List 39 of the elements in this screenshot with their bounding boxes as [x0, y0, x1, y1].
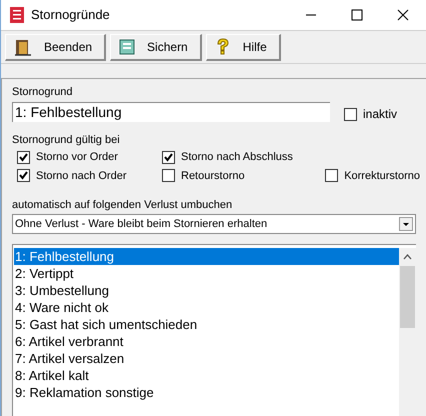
checkbox-label: Korrekturstorno [344, 168, 420, 184]
checkbox[interactable] [17, 169, 30, 182]
section-label: Stornogrund gültig bei [12, 133, 121, 147]
checkbox-label: Retourstorno [181, 168, 245, 184]
list-item[interactable]: 3: Umbestellung [14, 282, 399, 299]
scroll-up-icon[interactable] [403, 254, 412, 260]
question-mark-icon [214, 38, 231, 56]
close-icon[interactable] [397, 9, 409, 21]
checkbox-label: Storno nach Order [36, 168, 126, 184]
list-item[interactable]: 4: Ware nicht ok [14, 299, 399, 316]
checkbox[interactable] [17, 150, 30, 164]
checkbox-label: Storno nach Abschluss [181, 150, 293, 165]
list-item[interactable]: 8: Artikel kalt [14, 367, 399, 384]
list-item[interactable]: 7: Artikel versalzen [14, 350, 399, 367]
checkbox[interactable] [162, 150, 175, 164]
list-item[interactable]: 1: Fehlbestellung [14, 248, 399, 265]
checkbox-label: Storno vor Order [36, 150, 118, 165]
toolbar-button[interactable]: Beenden [5, 34, 106, 60]
scrollbar[interactable] [399, 248, 416, 416]
list-item[interactable]: 2: Vertippt [14, 265, 399, 282]
document-icon [119, 38, 136, 54]
loss-dropdown[interactable]: Ohne Verlust - Ware bleibt beim Stornieren erhalten [12, 214, 416, 234]
maximize-icon[interactable] [351, 9, 363, 21]
checkbox-label: inaktiv [363, 106, 398, 123]
checkbox[interactable] [344, 108, 357, 120]
reason-field[interactable]: 1: Fehlbestellung [12, 102, 330, 122]
door-icon [14, 38, 32, 56]
checkbox[interactable] [325, 169, 338, 182]
list-item[interactable]: 6: Artikel verbrannt [14, 333, 399, 350]
list-item[interactable]: 9: Reklamation sonstige [14, 384, 399, 401]
scroll-thumb[interactable] [400, 266, 415, 328]
section-label: automatisch auf folgenden Verlust umbuchen [12, 198, 234, 212]
app-icon [9, 6, 25, 24]
window-title: Stornogründe [31, 6, 110, 24]
toolbar-button[interactable]: Sichern [110, 34, 202, 60]
field-label: Stornogrund [12, 85, 74, 99]
checkbox[interactable] [162, 169, 175, 182]
toolbar-button[interactable]: Hilfe [206, 34, 281, 60]
list-item[interactable]: 5: Gast hat sich umentschieden [14, 316, 399, 333]
